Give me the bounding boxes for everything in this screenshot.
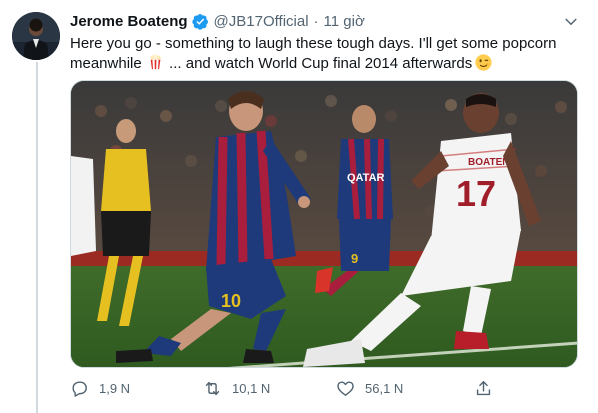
retweet-button[interactable]: 10,1 N <box>203 374 270 402</box>
retweet-count: 10,1 N <box>232 380 271 396</box>
share-button[interactable] <box>474 374 493 402</box>
tweet-text: Here you go - something to laugh these t… <box>70 34 582 74</box>
timestamp[interactable]: 11 giờ <box>324 13 365 30</box>
like-count: 56,1 N <box>365 380 404 396</box>
tweet-card[interactable]: Jerome Boateng @JB17Official · 11 giờ He… <box>0 0 598 413</box>
reply-count: 1,9 N <box>99 380 131 396</box>
like-button[interactable]: 56,1 N <box>336 374 403 402</box>
display-name[interactable]: Jerome Boateng <box>70 13 188 30</box>
verified-badge-icon <box>191 13 208 30</box>
avatar[interactable] <box>12 12 60 60</box>
popcorn-emoji-icon <box>150 54 161 70</box>
separator-dot: · <box>313 12 319 30</box>
reply-button[interactable]: 1,9 N <box>70 374 130 402</box>
retweet-icon <box>205 381 220 395</box>
tweet-header: Jerome Boateng @JB17Official · 11 giờ <box>70 11 365 31</box>
reply-icon <box>72 380 87 397</box>
chevron-down-icon <box>565 18 577 26</box>
tweet-media-photo[interactable]: QATAR 9 10 BOATENG 17 <box>70 80 578 368</box>
thread-line <box>36 62 38 413</box>
jersey-number-left: 10 <box>221 291 241 311</box>
winking-face-emoji-icon <box>475 54 492 71</box>
tweet-text-part2: ... and watch World Cup final 2014 after… <box>164 55 473 72</box>
jersey-number-right: 17 <box>456 173 496 214</box>
more-options-button[interactable] <box>561 12 581 32</box>
tweet-actions: 1,9 N 10,1 N 56,1 N <box>70 374 500 402</box>
sponsor-text: QATAR <box>347 172 385 184</box>
share-icon <box>476 380 491 395</box>
jersey-number-bg-player: 9 <box>351 251 358 266</box>
user-handle[interactable]: @JB17Official <box>214 13 309 30</box>
like-icon <box>337 380 354 396</box>
